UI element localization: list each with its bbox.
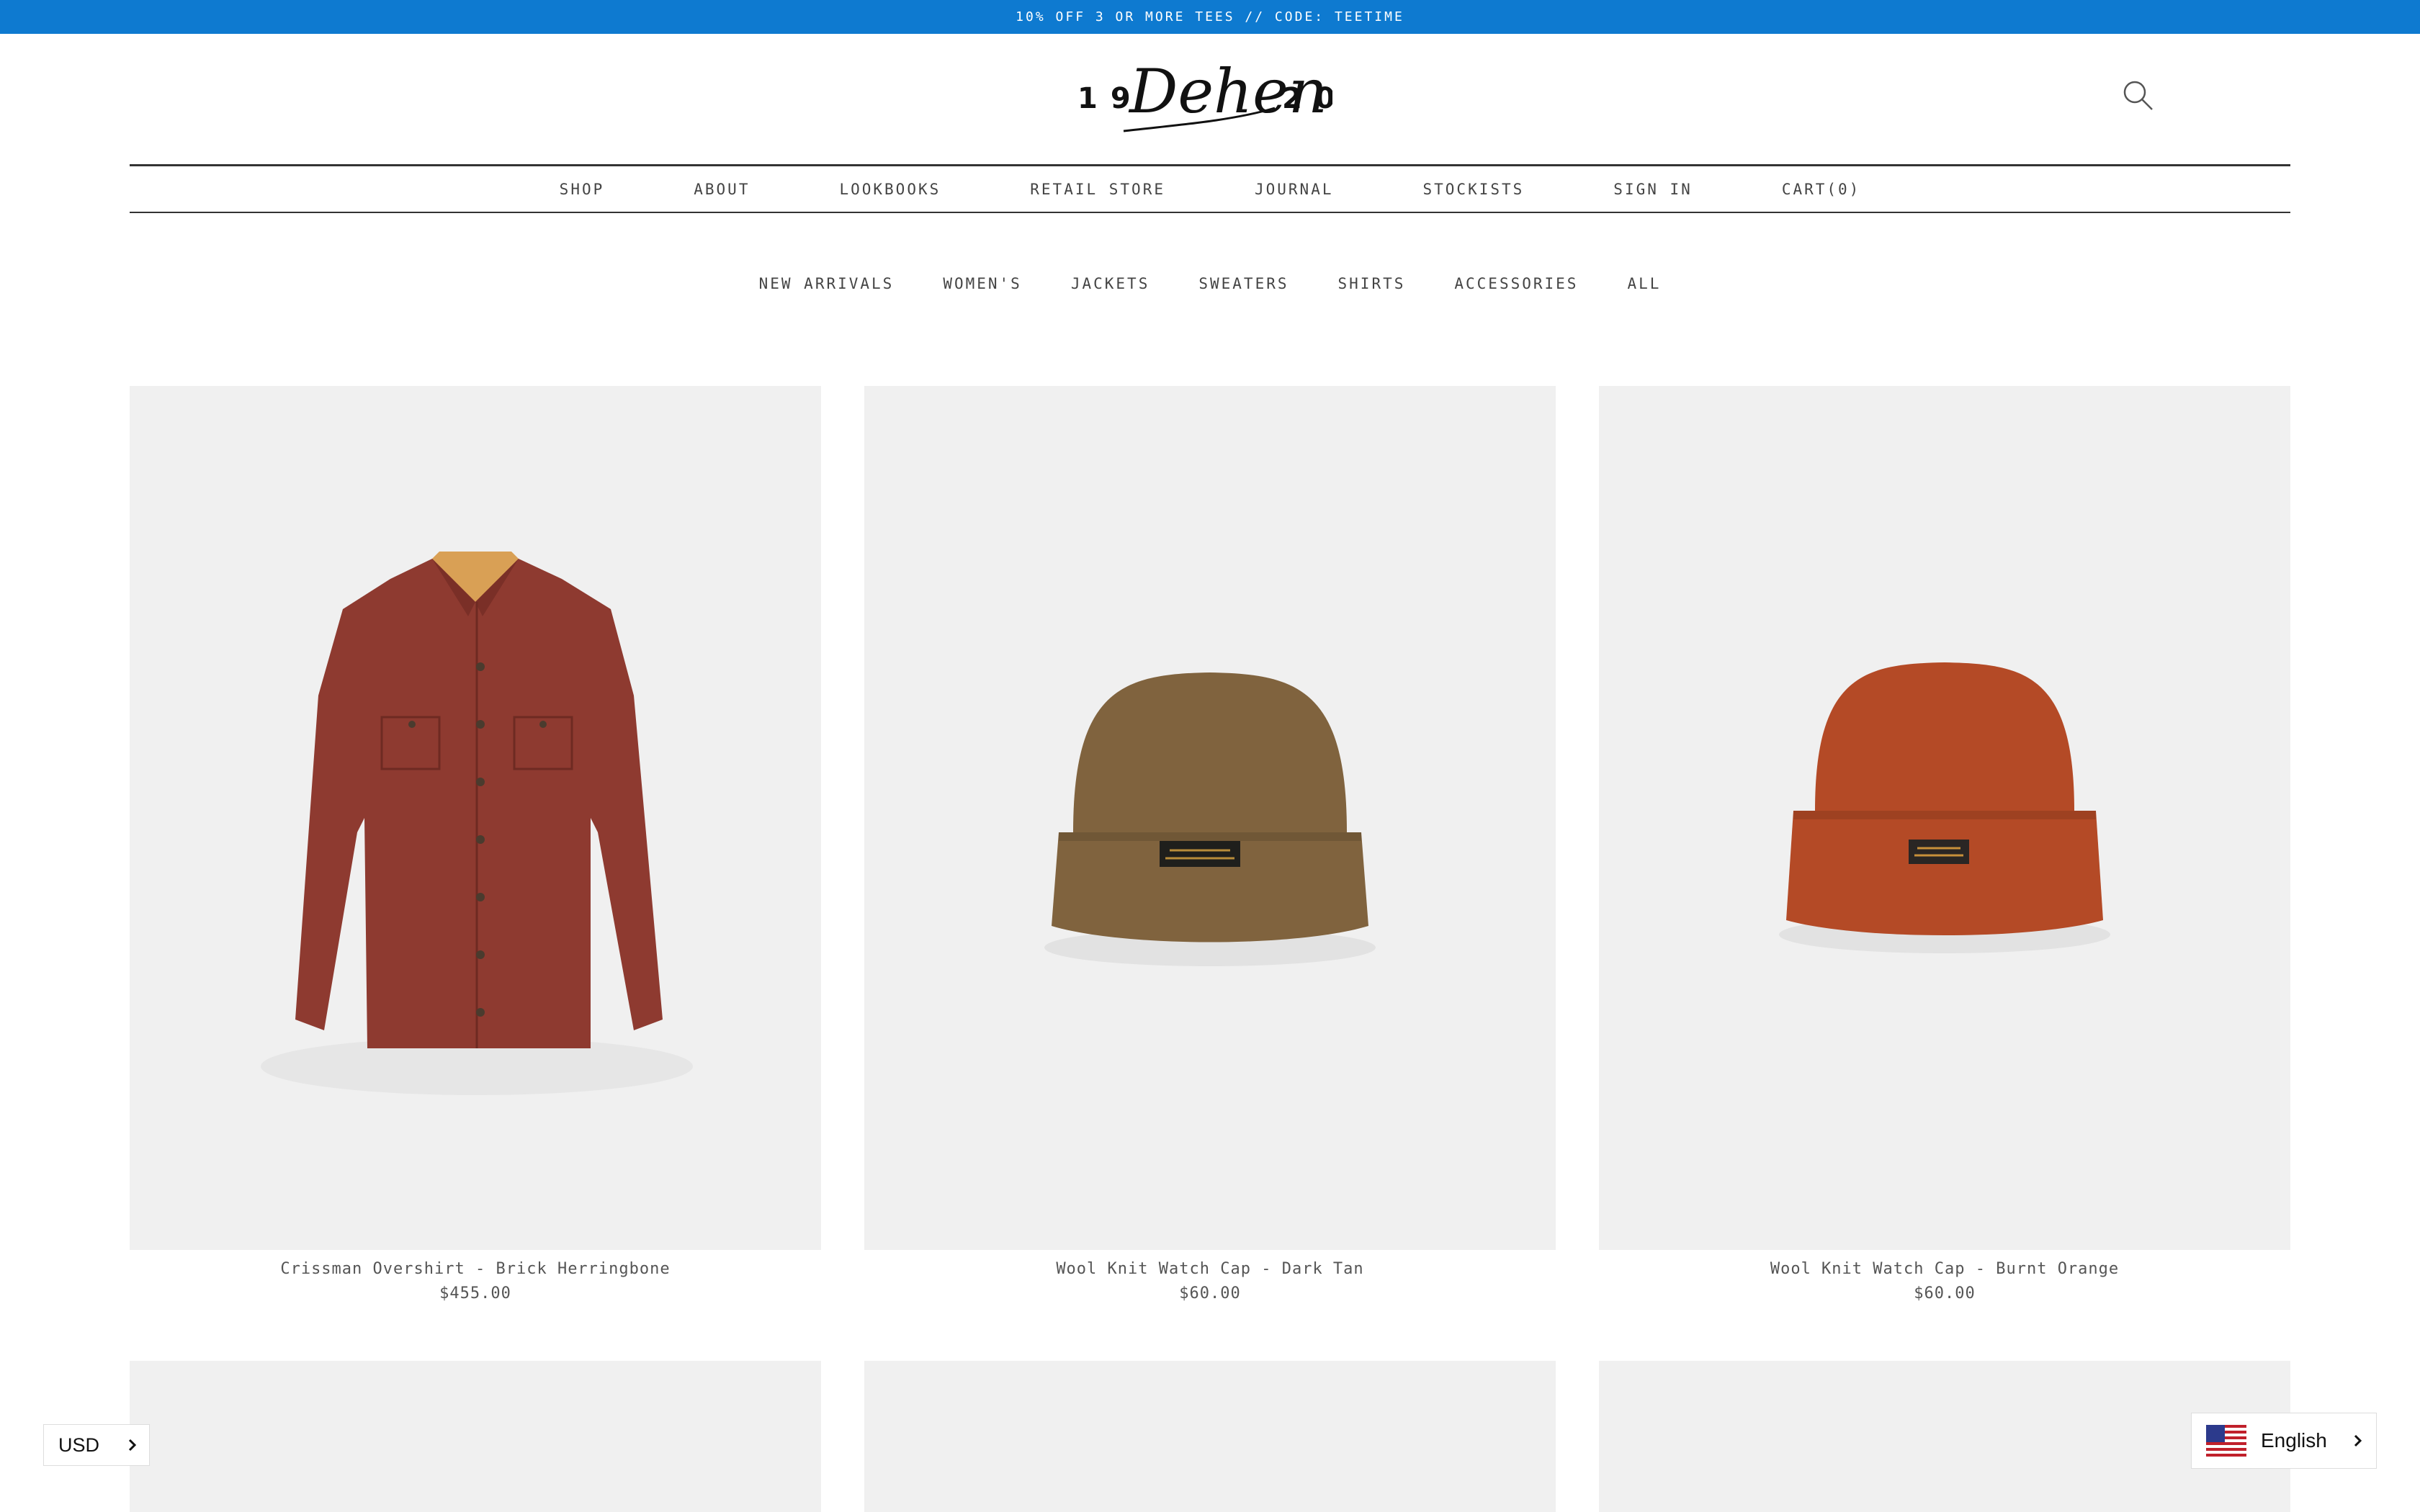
product-card[interactable]: Wool Knit Watch Cap - Burnt Orange $60.0… bbox=[1599, 386, 2290, 1302]
category-sweaters[interactable]: SWEATERS bbox=[1198, 275, 1289, 292]
product-title[interactable]: Wool Knit Watch Cap - Dark Tan bbox=[864, 1260, 1556, 1282]
category-accessories[interactable]: ACCESSORIES bbox=[1454, 275, 1578, 292]
nav-cart[interactable]: CART(0) bbox=[1782, 181, 1861, 198]
search-icon[interactable] bbox=[2120, 78, 2156, 114]
overshirt-image bbox=[261, 552, 693, 1095]
category-jackets[interactable]: JACKETS bbox=[1071, 275, 1150, 292]
category-new-arrivals[interactable]: NEW ARRIVALS bbox=[759, 275, 895, 292]
chevron-right-icon bbox=[128, 1439, 137, 1452]
nav-top-rule bbox=[130, 164, 2290, 166]
product-price: $60.00 bbox=[1914, 1284, 1976, 1302]
language-label: English bbox=[2261, 1429, 2327, 1452]
category-nav: NEW ARRIVALS WOMEN'S JACKETS SWEATERS SH… bbox=[0, 269, 2420, 298]
product-image-placeholder[interactable] bbox=[130, 1361, 821, 1512]
main-nav: SHOP ABOUT LOOKBOOKS RETAIL STORE JOURNA… bbox=[130, 167, 2290, 212]
nav-retail-store[interactable]: RETAIL STORE bbox=[1030, 181, 1165, 198]
product-price: $455.00 bbox=[439, 1284, 511, 1302]
product-image[interactable] bbox=[864, 386, 1556, 1250]
product-title[interactable]: Wool Knit Watch Cap - Burnt Orange bbox=[1599, 1260, 2290, 1282]
watch-cap-image bbox=[1779, 662, 2110, 953]
product-image[interactable] bbox=[1599, 386, 2290, 1250]
product-image-placeholder[interactable] bbox=[864, 1361, 1556, 1512]
nav-lookbooks[interactable]: LOOKBOOKS bbox=[839, 181, 941, 198]
nav-sign-in[interactable]: SIGN IN bbox=[1613, 181, 1693, 198]
product-card[interactable]: Wool Knit Watch Cap - Dark Tan $60.00 bbox=[864, 386, 1556, 1302]
product-image-placeholder[interactable] bbox=[1599, 1361, 2290, 1512]
currency-selector[interactable]: USD bbox=[43, 1424, 150, 1466]
nav-bottom-rule bbox=[130, 212, 2290, 213]
chevron-right-icon bbox=[2354, 1434, 2362, 1447]
announcement-text: 10% OFF 3 OR MORE TEES // CODE: TEETIME bbox=[1016, 9, 1404, 24]
site-logo[interactable]: 19 20 Dehen bbox=[1073, 56, 1335, 141]
logo-script: Dehen bbox=[1128, 56, 1327, 127]
language-selector[interactable]: English bbox=[2191, 1413, 2377, 1469]
nav-about[interactable]: ABOUT bbox=[694, 181, 750, 198]
us-flag-icon bbox=[2206, 1425, 2246, 1457]
category-womens[interactable]: WOMEN'S bbox=[943, 275, 1022, 292]
category-all[interactable]: ALL bbox=[1627, 275, 1661, 292]
shirt-body-shape bbox=[295, 559, 663, 1048]
announcement-bar: 10% OFF 3 OR MORE TEES // CODE: TEETIME bbox=[0, 0, 2420, 34]
product-title[interactable]: Crissman Overshirt - Brick Herringbone bbox=[130, 1260, 821, 1282]
currency-label: USD bbox=[58, 1434, 100, 1456]
dehen-logo-mark: 19 20 Dehen bbox=[1077, 56, 1335, 132]
product-price: $60.00 bbox=[1179, 1284, 1241, 1302]
nav-journal[interactable]: JOURNAL bbox=[1255, 181, 1334, 198]
product-image[interactable] bbox=[130, 386, 821, 1250]
nav-stockists[interactable]: STOCKISTS bbox=[1423, 181, 1525, 198]
product-card[interactable]: Crissman Overshirt - Brick Herringbone $… bbox=[130, 386, 821, 1302]
nav-shop[interactable]: SHOP bbox=[560, 181, 605, 198]
watch-cap-image bbox=[1044, 672, 1376, 966]
category-shirts[interactable]: SHIRTS bbox=[1338, 275, 1406, 292]
